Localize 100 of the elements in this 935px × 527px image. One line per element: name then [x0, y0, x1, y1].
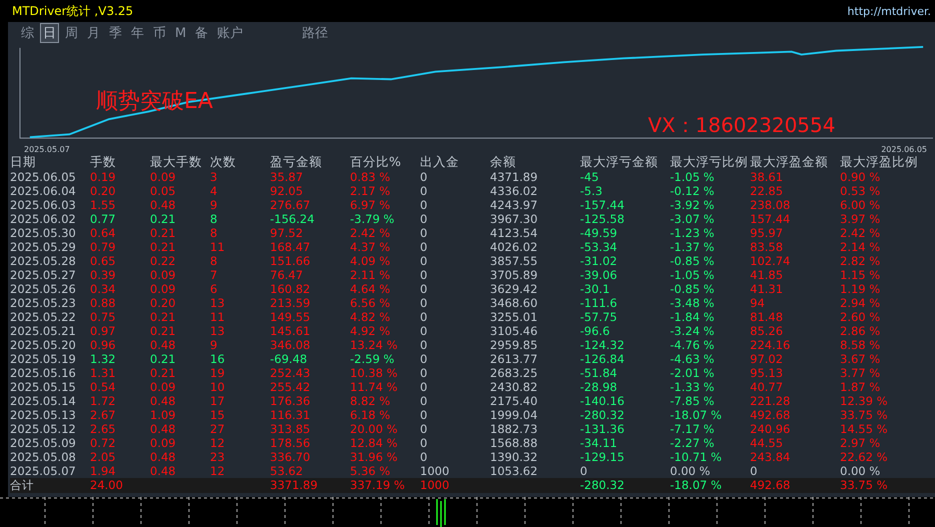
period-tab[interactable]: 日 [40, 23, 59, 43]
table-cell-text: 12.84 % [350, 436, 399, 450]
table-cell-text: 4371.89 [490, 170, 539, 184]
period-tab[interactable]: 月 [84, 23, 103, 43]
table-cell-text: 2025.05.09 [10, 436, 77, 450]
table-cell-text: 40.77 [750, 380, 784, 394]
table-cell-text: 0 [420, 394, 428, 408]
table-cell-text: 2025.05.23 [10, 296, 77, 310]
table-cell-text: 0.09 [150, 170, 177, 184]
table-cell-text: 27 [210, 422, 226, 436]
table-cell-text: 92.05 [270, 184, 304, 198]
table-cell-text: 0.39 [90, 268, 117, 282]
table-cell-text: 224.16 [750, 338, 792, 352]
table-cell-text: 17 [210, 394, 226, 408]
period-tab[interactable]: 季 [106, 23, 125, 43]
period-tab[interactable]: 综 [18, 23, 37, 43]
table-cell-text: 2.11 % [350, 268, 392, 282]
table-cell-text: 2.67 [90, 408, 117, 422]
table-cell-text: 0.48 [150, 394, 177, 408]
axis-label: 2025.06.05 [881, 145, 927, 154]
table-cell-text: 8.82 % [350, 394, 392, 408]
table-cell-text: 0.48 [150, 198, 177, 212]
table-cell-text: 11.74 % [350, 380, 399, 394]
table-cell-text: 0 [420, 338, 428, 352]
table-cell-text: 2025.05.19 [10, 352, 77, 366]
table-cell-text: 11 [210, 310, 226, 324]
table-cell-text: 2025.05.26 [10, 282, 77, 296]
table-cell-text: 12.39 % [840, 394, 889, 408]
url-link[interactable]: http://mtdriver. [847, 4, 931, 18]
table-cell-text: -124.32 [580, 338, 626, 352]
table-cell-text: 1568.88 [490, 436, 539, 450]
table-cell-text: 0.88 [90, 296, 117, 310]
table-cell-text: 2.65 [90, 422, 117, 436]
table-cell-text: 2683.25 [490, 366, 539, 380]
table-cell-text: 1390.32 [490, 450, 539, 464]
period-tab[interactable]: 年 [128, 23, 147, 43]
table-cell-text: 4.37 % [350, 240, 392, 254]
column-header: 百分比% [350, 154, 402, 170]
table-cell-text: -280.32 [580, 408, 626, 422]
period-tab[interactable]: 周 [62, 23, 81, 43]
table-cell-text: 1000 [420, 478, 450, 493]
table-cell-text: 85.26 [750, 324, 784, 338]
table-cell-text: 149.55 [270, 310, 312, 324]
period-tab[interactable]: 币 [150, 23, 169, 43]
path-tab[interactable]: 路径 [299, 23, 332, 43]
table-cell-text: 2025.05.28 [10, 254, 77, 268]
table-cell-text: 0.97 [90, 324, 117, 338]
table-cell-text: 2.42 % [840, 226, 882, 240]
window-title: MTDriver统计 ,V3.25 [12, 2, 134, 20]
table-cell-text: 3 [210, 170, 218, 184]
table-cell-text: 1.15 % [840, 268, 882, 282]
table-cell-text: 151.66 [270, 254, 312, 268]
table-cell-text: -1.84 % [670, 310, 716, 324]
table-cell-text: 94 [750, 296, 766, 310]
table-cell-text: 2025.05.15 [10, 380, 77, 394]
table-cell-text: 238.08 [750, 198, 792, 212]
table-cell-text: 38.61 [750, 170, 784, 184]
column-header: 最大浮盈金额 [750, 154, 829, 170]
table-cell-text: 33.75 % [840, 478, 889, 493]
period-tab[interactable]: 账户 [214, 23, 246, 43]
table-cell-text: 0.48 [150, 450, 177, 464]
table-cell-text: 2175.40 [490, 394, 539, 408]
table-cell-text: 178.56 [270, 436, 312, 450]
column-header: 盈亏金额 [270, 154, 323, 170]
period-tab[interactable]: 备 [192, 23, 212, 43]
table-cell-text: 13 [210, 296, 226, 310]
table-cell-text: 0 [420, 282, 428, 296]
table-cell-text: 1.55 [90, 198, 117, 212]
table-cell-text: 168.47 [270, 240, 312, 254]
table-cell-text: 9 [210, 198, 218, 212]
table-cell-text: 0.48 [150, 338, 177, 352]
total-label: 合计 [10, 478, 35, 493]
table-cell-text: 1.32 [90, 352, 117, 366]
table-cell-text: 0 [420, 212, 428, 226]
table-cell-text: -3.48 % [670, 296, 716, 310]
table-cell-text: 0 [420, 450, 428, 464]
table-cell-text: 0.21 [150, 212, 177, 226]
table-cell-text: 6.18 % [350, 408, 392, 422]
table-cell-text: -57.75 [580, 310, 618, 324]
table-cell-text: -131.36 [580, 422, 626, 436]
table-cell-text: 22.62 % [840, 450, 889, 464]
period-tab[interactable]: M [172, 24, 190, 42]
table-cell-text: -28.98 [580, 380, 618, 394]
column-header: 出入金 [420, 154, 460, 170]
table-cell-text: 31.96 % [350, 450, 399, 464]
table-cell-text: -140.16 [580, 394, 626, 408]
table-cell-text: 0.05 [150, 184, 177, 198]
table-cell-text: -129.15 [580, 450, 626, 464]
table-cell-text: 2025.05.13 [10, 408, 77, 422]
table-cell-text: 1.19 % [840, 282, 882, 296]
table-cell-text: 4.92 % [350, 324, 392, 338]
table-cell-text: 0.34 [90, 282, 117, 296]
table-cell-text: 3255.01 [490, 310, 539, 324]
table-cell-text: -5.3 [580, 184, 604, 198]
table-cell-text: 0.79 [90, 240, 117, 254]
table-cell-text: 252.43 [270, 366, 312, 380]
table-cell-text: 243.84 [750, 450, 792, 464]
table-cell-text: 0 [420, 268, 428, 282]
table-cell-text: 276.67 [270, 198, 312, 212]
table-cell-text: 10.38 % [350, 366, 399, 380]
